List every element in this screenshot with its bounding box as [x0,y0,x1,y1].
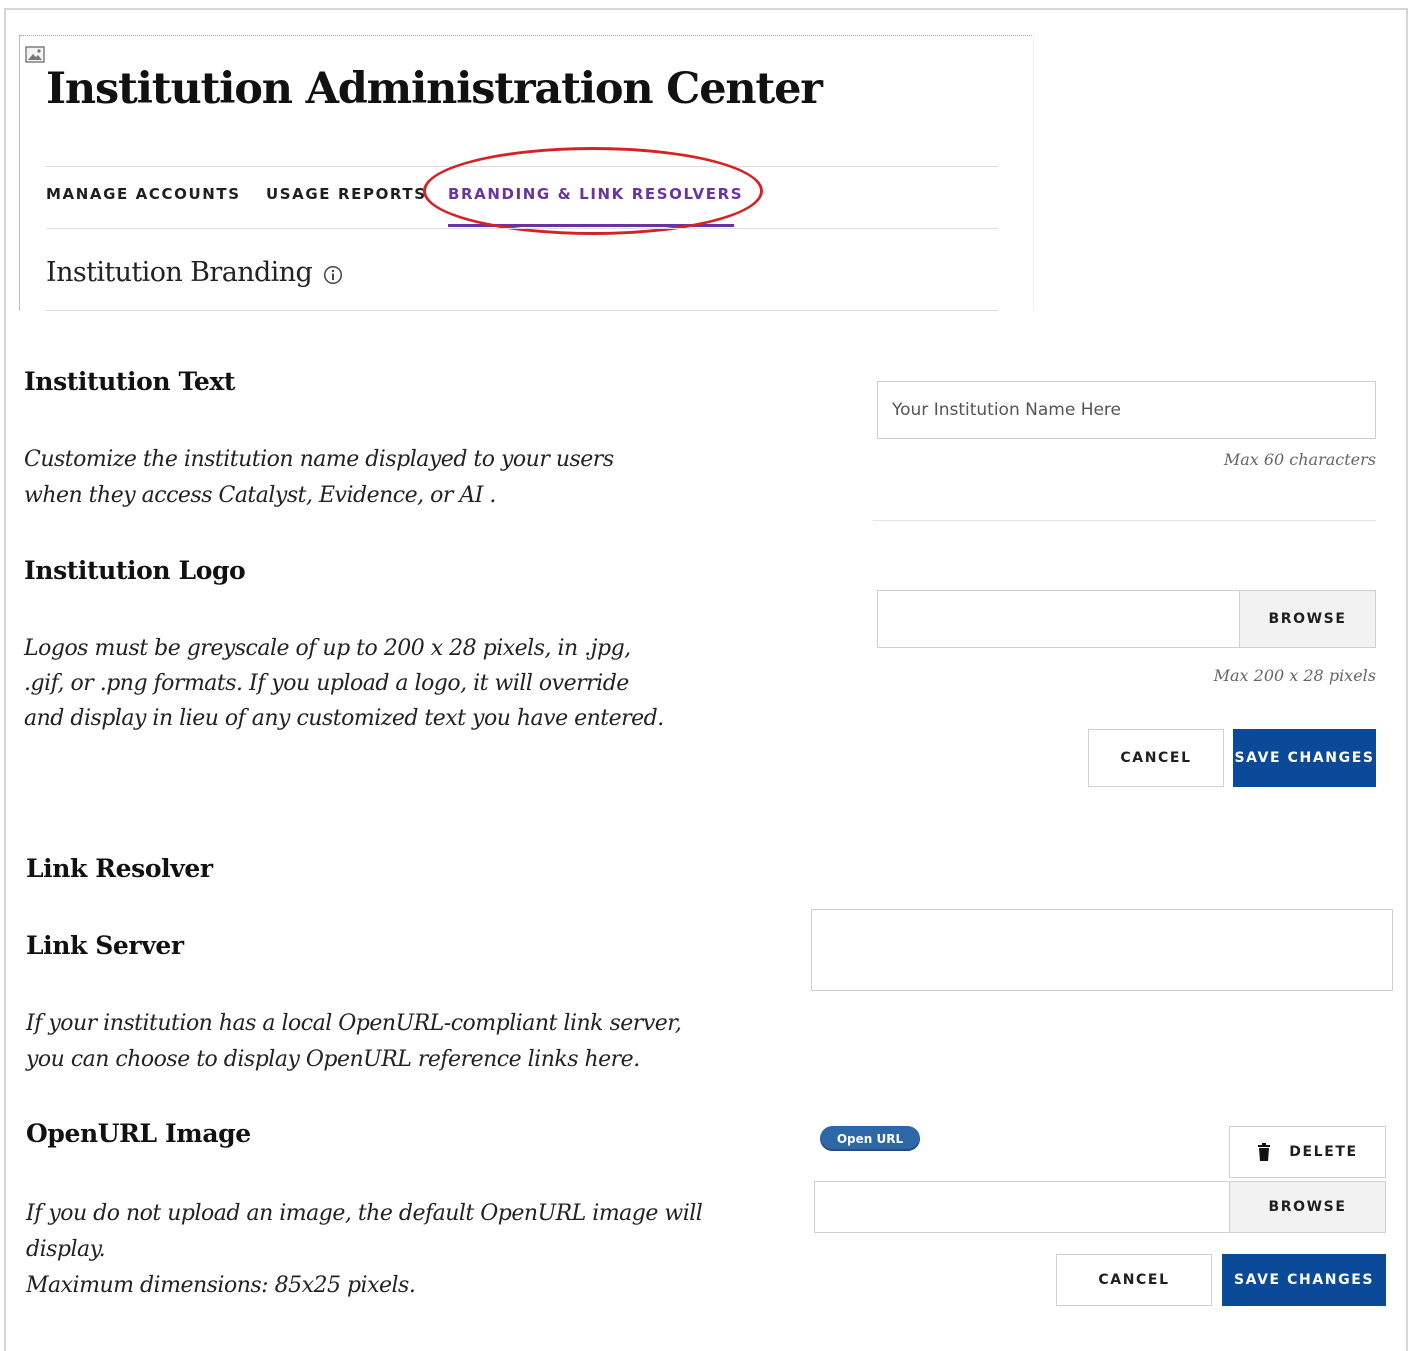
section-title: Institution Branding [46,257,313,288]
save-changes-button[interactable]: SAVE CHANGES [1233,729,1376,787]
delete-label: DELETE [1289,1144,1358,1160]
openurl-image-heading: OpenURL Image [26,1119,251,1148]
link-server-input[interactable] [811,909,1393,991]
tabs-bottom-divider [46,228,998,229]
description-line: you can choose to display OpenURL refere… [26,1047,640,1072]
description-line: when they access Catalyst, Evidence, or … [24,483,496,508]
openurl-file-field[interactable] [814,1181,1231,1233]
left-border [19,35,20,311]
cancel-button[interactable]: CANCEL [1088,729,1224,787]
logo-browse-button[interactable]: BROWSE [1239,590,1376,648]
institution-name-hint: Max 60 characters [1223,450,1376,469]
description-line: Logos must be greyscale of up to 200 x 2… [24,636,631,661]
openurl-save-changes-button[interactable]: SAVE CHANGES [1222,1254,1386,1306]
institution-text-heading: Institution Text [24,367,236,396]
tab-usage-reports[interactable]: USAGE REPORTS [266,185,427,203]
trash-icon [1258,1143,1271,1161]
openurl-cancel-button[interactable]: CANCEL [1056,1254,1212,1306]
description-line: If your institution has a local OpenURL-… [26,1011,682,1036]
field-separator [873,520,1376,521]
page-title: Institution Administration Center [46,64,823,114]
logo-size-hint: Max 200 x 28 pixels [1213,666,1376,685]
openurl-badge-image: Open URL [820,1126,920,1151]
institution-text-description: Customize the institution name displayed… [24,442,614,514]
description-line: and display in lieu of any customized te… [24,706,664,731]
link-server-heading: Link Server [26,931,184,960]
institution-logo-description: Logos must be greyscale of up to 200 x 2… [24,631,664,736]
openurl-image-description: If you do not upload an image, the defau… [26,1196,703,1304]
right-border [1033,35,1034,311]
info-icon[interactable] [323,265,343,285]
tab-manage-accounts[interactable]: MANAGE ACCOUNTS [46,185,241,203]
top-dotted-rule [20,35,1034,36]
link-server-description: If your institution has a local OpenURL-… [26,1006,682,1078]
description-line: Maximum dimensions: 85x25 pixels. [26,1273,416,1298]
broken-image-icon [25,46,45,63]
link-resolver-heading: Link Resolver [26,854,213,883]
description-line: If you do not upload an image, the defau… [26,1201,703,1226]
openurl-browse-button[interactable]: BROWSE [1229,1181,1386,1233]
description-line: display. [26,1237,106,1262]
institution-name-input[interactable] [877,381,1376,439]
annotation-highlight-oval [423,147,763,235]
description-line: .gif, or .png formats. If you upload a l… [24,671,629,696]
institution-logo-heading: Institution Logo [24,556,246,585]
delete-button[interactable]: DELETE [1229,1126,1386,1178]
logo-file-field[interactable] [877,590,1241,648]
section-divider [46,310,998,311]
description-line: Customize the institution name displayed… [24,447,614,472]
